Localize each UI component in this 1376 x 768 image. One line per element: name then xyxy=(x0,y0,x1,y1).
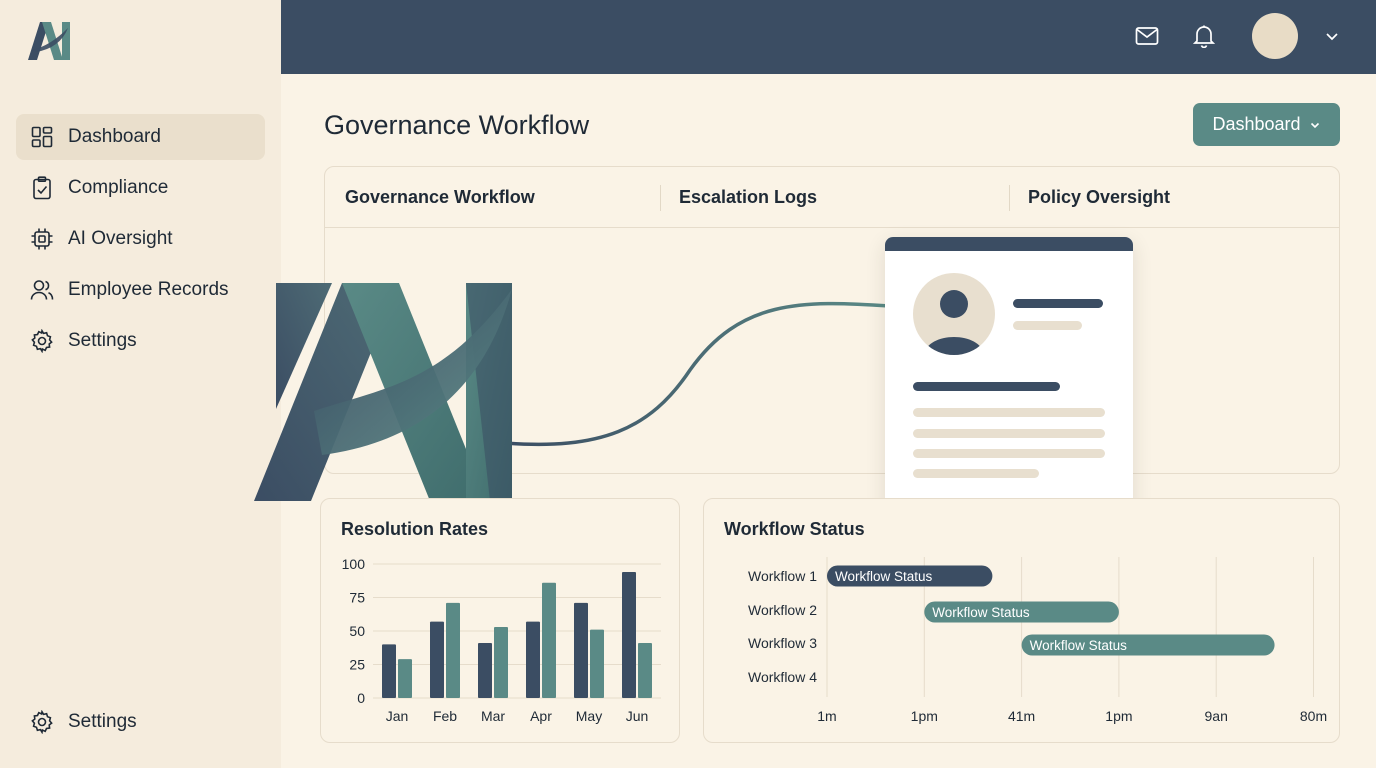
dashboard-icon xyxy=(30,125,54,149)
y-tick-label: 0 xyxy=(357,690,365,706)
users-icon xyxy=(30,278,54,302)
y-tick-label: 100 xyxy=(342,556,366,572)
top-bar xyxy=(281,0,1376,74)
sidebar-nav: Dashboard Compliance AI Oversight Employ… xyxy=(16,114,265,369)
tab-governance-workflow[interactable]: Governance Workflow xyxy=(345,187,535,208)
bell-icon[interactable] xyxy=(1190,22,1218,50)
x-tick-label: 9an xyxy=(1205,708,1228,724)
sidebar: Dashboard Compliance AI Oversight Employ… xyxy=(0,0,281,768)
dashboard-dropdown-button[interactable]: Dashboard xyxy=(1193,103,1340,146)
sidebar-item-label: Compliance xyxy=(68,177,169,198)
y-tick-label: 75 xyxy=(349,590,365,606)
profile-text-placeholder xyxy=(913,429,1105,438)
gantt-bar-label: Workflow Status xyxy=(1030,638,1128,653)
gantt-bar-label: Workflow Status xyxy=(835,569,933,584)
x-tick-label: 41m xyxy=(1008,708,1035,724)
y-tick-label: 25 xyxy=(349,657,365,673)
row-label: Workflow 3 xyxy=(748,635,817,651)
sidebar-item-label: Settings xyxy=(68,711,137,732)
sidebar-item-dashboard[interactable]: Dashboard xyxy=(16,114,265,160)
bar xyxy=(398,659,412,698)
x-tick-label: May xyxy=(576,708,602,724)
y-tick-label: 50 xyxy=(349,623,365,639)
bar xyxy=(574,602,588,698)
chip-icon xyxy=(30,227,54,251)
sidebar-item-label: Employee Records xyxy=(68,279,229,300)
gantt-bar-label: Workflow Status xyxy=(932,605,1030,620)
row-label: Workflow 2 xyxy=(748,602,817,618)
sidebar-bottom: Settings xyxy=(16,699,265,750)
bar xyxy=(526,621,540,698)
row-label: Workflow 1 xyxy=(748,568,817,584)
bar xyxy=(478,643,492,698)
profile-avatar-icon xyxy=(913,273,995,355)
tab-bar: Governance Workflow Escalation Logs Poli… xyxy=(325,167,1339,228)
x-tick-label: 1pm xyxy=(1105,708,1132,724)
profile-subtitle-placeholder xyxy=(1013,321,1082,330)
x-tick-label: Jan xyxy=(386,708,409,724)
x-tick-label: Feb xyxy=(433,708,457,724)
bar xyxy=(446,602,460,698)
gear-icon xyxy=(30,329,54,353)
profile-heading-placeholder xyxy=(913,382,1060,391)
tab-divider xyxy=(1009,185,1010,211)
tab-policy-oversight[interactable]: Policy Oversight xyxy=(1028,187,1170,208)
profile-card[interactable] xyxy=(885,237,1133,515)
profile-card-header xyxy=(885,237,1133,251)
workflow-status-chart: 1m 1pm 41m 1pm 9an 80m Workflow 1 Workflow 2 Wor… xyxy=(748,557,1327,724)
x-tick-label: 1m xyxy=(817,708,836,724)
avatar[interactable] xyxy=(1252,13,1298,59)
mail-icon[interactable] xyxy=(1133,22,1161,50)
sidebar-item-label: AI Oversight xyxy=(68,228,173,249)
bar xyxy=(382,644,396,698)
chevron-down-icon[interactable] xyxy=(1323,27,1341,45)
bar xyxy=(430,621,444,698)
workflow-status-card: Workflow Status 1m 1pm 41m 1pm 9an 80m Workflo… xyxy=(703,498,1340,743)
chevron-down-icon xyxy=(1310,122,1319,128)
bar xyxy=(622,572,636,698)
bar xyxy=(542,582,556,698)
profile-text-placeholder xyxy=(913,408,1105,417)
sidebar-item-ai-oversight[interactable]: AI Oversight xyxy=(16,216,265,262)
resolution-rates-card: Resolution Rates 100 75 50 25 0 Jan Feb Mar Apr M… xyxy=(320,498,680,743)
bar xyxy=(494,626,508,698)
tab-escalation-logs[interactable]: Escalation Logs xyxy=(679,187,817,208)
ai-logo[interactable] xyxy=(28,20,74,60)
x-tick-label: 80m xyxy=(1300,708,1327,724)
sidebar-item-settings-bottom[interactable]: Settings xyxy=(16,699,265,745)
clipboard-check-icon xyxy=(30,176,54,200)
x-tick-label: 1pm xyxy=(911,708,938,724)
sidebar-item-label: Dashboard xyxy=(68,126,161,147)
bar xyxy=(638,643,652,698)
x-tick-label: Mar xyxy=(481,708,505,724)
resolution-rates-chart: 100 75 50 25 0 Jan Feb Mar Apr May Jun xyxy=(342,556,661,724)
dashboard-dropdown-label: Dashboard xyxy=(1212,114,1301,134)
profile-text-placeholder xyxy=(913,469,1039,478)
profile-text-placeholder xyxy=(913,449,1105,458)
sidebar-item-settings[interactable]: Settings xyxy=(16,318,265,364)
profile-name-placeholder xyxy=(1013,299,1103,308)
row-label: Workflow 4 xyxy=(748,669,817,685)
sidebar-item-label: Settings xyxy=(68,330,137,351)
gear-icon xyxy=(30,710,54,734)
x-tick-label: Jun xyxy=(626,708,649,724)
sidebar-item-employee-records[interactable]: Employee Records xyxy=(16,267,265,313)
page-title: Governance Workflow xyxy=(324,110,590,140)
sidebar-item-compliance[interactable]: Compliance xyxy=(16,165,265,211)
bar xyxy=(590,629,604,698)
x-tick-label: Apr xyxy=(530,708,552,724)
tab-divider xyxy=(660,185,661,211)
ai-logo-illustration xyxy=(254,283,512,501)
